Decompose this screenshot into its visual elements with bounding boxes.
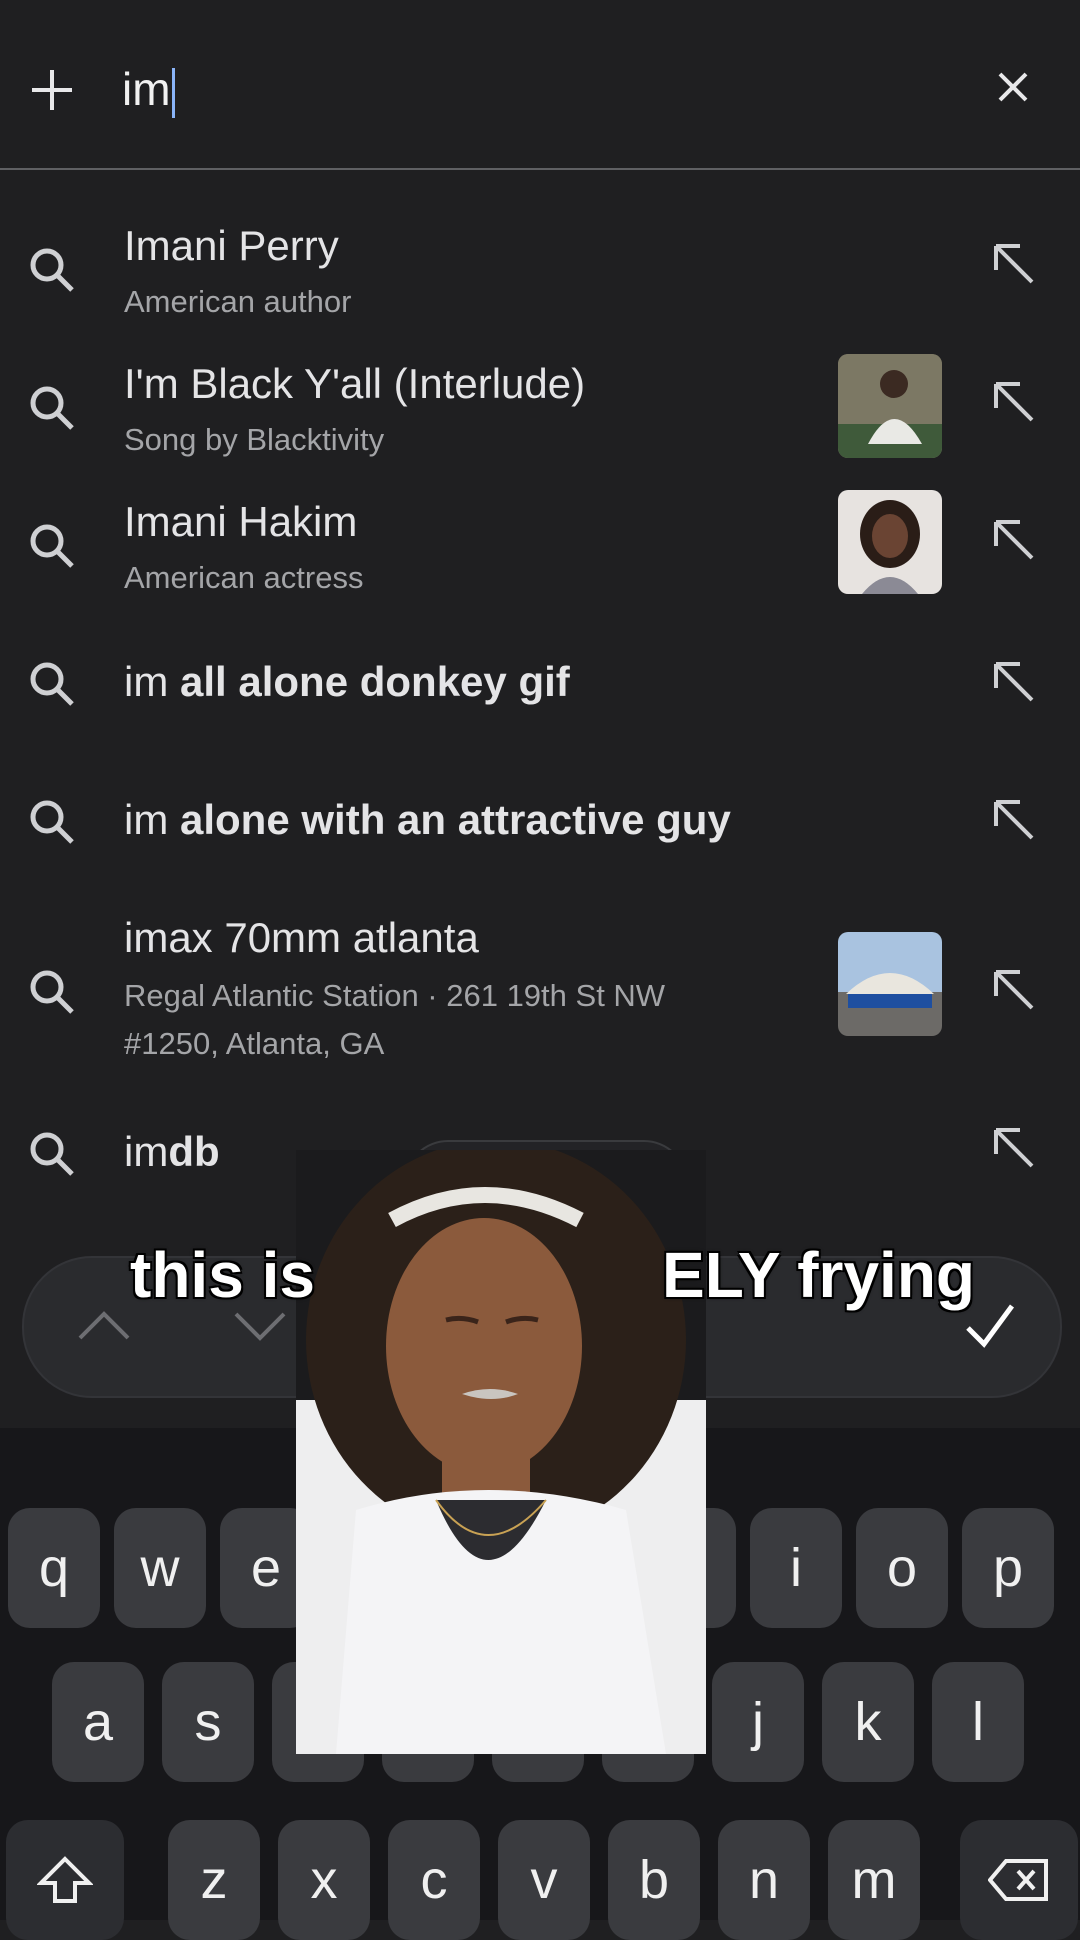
close-icon[interactable] [996, 70, 1030, 104]
chevron-down-icon[interactable] [230, 1306, 290, 1346]
search-icon [30, 1132, 74, 1176]
suggestion-prefix: im [124, 658, 169, 705]
key-w[interactable]: w [114, 1508, 206, 1628]
shift-icon [37, 1856, 93, 1903]
shift-key[interactable] [6, 1820, 124, 1940]
video-overlay [296, 1150, 706, 1754]
search-icon [30, 662, 74, 706]
suggestion-prefix: im [124, 1128, 169, 1175]
key-c[interactable]: c [388, 1820, 480, 1940]
key-m[interactable]: m [828, 1820, 920, 1940]
key-o[interactable]: o [856, 1508, 948, 1628]
suggestion-subtitle: American author [124, 284, 352, 319]
suggestion-title: im alone with an attractive guy [124, 796, 731, 844]
suggestion-title: Imani Hakim [124, 498, 358, 545]
suggestion-title: I'm Black Y'all (Interlude) [124, 360, 586, 407]
key-l[interactable]: l [932, 1662, 1024, 1782]
suggestion-row[interactable]: I'm Black Y'all (Interlude) Song by Blac… [0, 338, 1080, 476]
search-bar: im [0, 0, 1080, 172]
key-x[interactable]: x [278, 1820, 370, 1940]
suggestion-title: imdb [124, 1128, 220, 1176]
key-v[interactable]: v [498, 1820, 590, 1940]
search-icon [30, 524, 74, 568]
suggestion-subtitle: Song by Blacktivity [124, 422, 385, 457]
person-image [296, 1150, 706, 1754]
suggestion-subtitle: #1250, Atlanta, GA [124, 1026, 385, 1061]
arrow-up-left-icon[interactable] [990, 796, 1038, 844]
caption-left: this is [130, 1239, 315, 1311]
album-thumbnail [838, 354, 942, 458]
key-q[interactable]: q [8, 1508, 100, 1628]
caption-right: ELY frying [662, 1239, 975, 1311]
person-thumbnail [838, 490, 942, 594]
suggestion-row[interactable]: im alone with an attractive guy [0, 752, 1080, 890]
key-b[interactable]: b [608, 1820, 700, 1940]
arrow-up-left-icon[interactable] [990, 966, 1038, 1014]
place-thumbnail [838, 932, 942, 1036]
suggestion-row[interactable]: imax 70mm atlanta Regal Atlantic Station… [0, 900, 1080, 1080]
suggestion-row[interactable]: Imani Perry American author [0, 200, 1080, 338]
suggestion-subtitle: Regal Atlantic Station · 261 19th St NW [124, 978, 666, 1013]
backspace-icon [988, 1859, 1048, 1901]
key-z[interactable]: z [168, 1820, 260, 1940]
arrow-up-left-icon[interactable] [990, 1124, 1038, 1172]
search-input[interactable]: im [122, 62, 175, 118]
suggestion-title: im all alone donkey gif [124, 658, 570, 706]
suggestion-completion: db [168, 1128, 220, 1175]
suggestion-row[interactable]: Imani Hakim American actress [0, 476, 1080, 614]
suggestion-prefix: im [124, 796, 169, 843]
key-p[interactable]: p [962, 1508, 1054, 1628]
suggestion-row[interactable]: im all alone donkey gif [0, 614, 1080, 752]
suggestion-subtitle: American actress [124, 560, 364, 595]
divider [0, 168, 1080, 170]
key-k[interactable]: k [822, 1662, 914, 1782]
arrow-up-left-icon[interactable] [990, 658, 1038, 706]
key-s[interactable]: s [162, 1662, 254, 1782]
arrow-up-left-icon[interactable] [990, 378, 1038, 426]
text-caret [171, 67, 175, 118]
key-j[interactable]: j [712, 1662, 804, 1782]
suggestion-title: Imani Perry [124, 222, 339, 269]
key-n[interactable]: n [718, 1820, 810, 1940]
suggestion-completion: alone with an attractive guy [180, 796, 731, 843]
plus-icon[interactable] [28, 66, 76, 114]
chevron-up-icon[interactable] [74, 1306, 134, 1346]
search-query-text: im [122, 63, 171, 115]
key-i[interactable]: i [750, 1508, 842, 1628]
arrow-up-left-icon[interactable] [990, 240, 1038, 288]
arrow-up-left-icon[interactable] [990, 516, 1038, 564]
suggestion-title: imax 70mm atlanta [124, 914, 479, 961]
key-a[interactable]: a [52, 1662, 144, 1782]
search-icon [30, 800, 74, 844]
search-icon [30, 386, 74, 430]
search-icon [30, 970, 74, 1014]
suggestion-completion: all alone donkey gif [180, 658, 570, 705]
search-icon [30, 248, 74, 292]
backspace-key[interactable] [960, 1820, 1078, 1940]
